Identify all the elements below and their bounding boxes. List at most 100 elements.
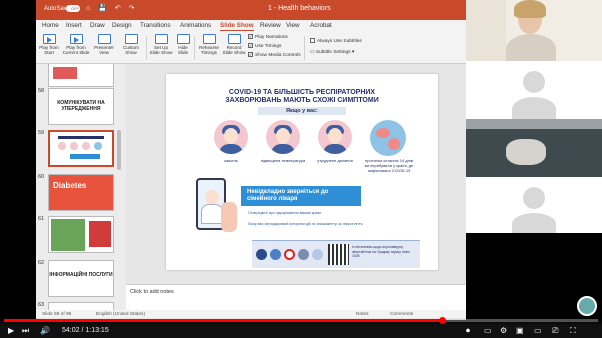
avatar-head [523, 71, 545, 93]
play-narrations-checkbox[interactable]: ✓ Play Narrations [248, 34, 288, 40]
slide-thumbnail[interactable]: КОМУНІКУВАТИ НА УПЕРЕДЖЕННЯ [48, 88, 114, 125]
ribbon: Play from Start Play from Current Slide … [36, 32, 466, 64]
play-from-start-button[interactable]: Play from Start [38, 34, 60, 55]
setup-icon [154, 34, 168, 44]
hide-slide-icon [176, 34, 190, 44]
tab-acrobat[interactable]: Acrobat [310, 22, 332, 29]
avatar-body [512, 213, 556, 233]
slide-thumbnail[interactable] [48, 216, 114, 253]
qr-code [328, 244, 349, 265]
quick-access-icons[interactable]: ⌂ 💾 ↶ ↷ [86, 4, 138, 12]
notes-button[interactable]: Notes [356, 312, 369, 317]
presenter-view-button[interactable]: Presenter View [92, 34, 116, 55]
play-from-current-button[interactable]: Play from Current Slide [62, 34, 90, 55]
fever-illustration [266, 120, 300, 154]
thumb-graphic [70, 154, 100, 159]
custom-show-button[interactable]: Custom Show [120, 34, 142, 55]
always-use-subtitles-checkbox[interactable]: Always Use Subtitles [310, 38, 362, 44]
theater-icon[interactable]: ▭ [534, 326, 542, 336]
set-up-slide-show-button[interactable]: Set Up Slide Show [149, 34, 173, 55]
breathing-illustration [318, 120, 352, 154]
next-icon[interactable]: ⏭ [22, 326, 29, 336]
channel-logo[interactable] [577, 296, 597, 316]
document-title: 1 - Health behaviors [268, 5, 331, 12]
presenter-hair [514, 0, 546, 18]
slide-thumbnail-selected[interactable] [48, 130, 114, 167]
globe-icon [370, 120, 406, 156]
video-object [506, 139, 546, 165]
tab-design[interactable]: Design [112, 22, 132, 29]
current-slide[interactable]: COVID-19 ТА БІЛЬШІСТЬ РЕСПІРАТОРНИХ ЗАХВ… [166, 74, 438, 270]
tab-review[interactable]: Review [260, 22, 281, 29]
red-cross-logo [284, 249, 295, 260]
webcam-participant [466, 177, 602, 233]
show-media-controls-checkbox[interactable]: ✓ Show Media Controls [248, 52, 301, 58]
play-icon[interactable]: ▶ [8, 326, 14, 336]
fullscreen-icon[interactable]: ⛶ [570, 326, 576, 336]
slide-thumbnail[interactable]: ІНФОРМАЦІЙНІ ПОСЛУГИ [48, 260, 114, 297]
thumb-graphic [51, 219, 85, 251]
tab-animations[interactable]: Animations [180, 22, 211, 29]
partner-logo [298, 249, 309, 260]
avatar-head [523, 187, 545, 209]
autoplay-toggle-icon[interactable]: ⏺ [466, 326, 470, 336]
stopwatch-icon [202, 34, 216, 44]
volume-icon[interactable]: 🔊 [40, 326, 50, 336]
rehearse-timings-button[interactable]: Rehearse Timings [197, 34, 221, 55]
symptom-label: утруднене дихання [317, 158, 353, 163]
webcam-participant-video [466, 119, 602, 177]
slide-number: 60 [38, 174, 45, 180]
autosave-toggle[interactable]: OFF [66, 5, 80, 12]
avatar-body [512, 97, 556, 119]
thumb-graphic [89, 221, 111, 247]
thumb-text: ІНФОРМАЦІЙНІ ПОСЛУГИ [49, 272, 113, 278]
thumb-graphic [70, 142, 78, 150]
record-icon [227, 34, 241, 44]
title-bar: AutoSave OFF ⌂ 💾 ↶ ↷ 1 - Health behavior… [36, 0, 466, 20]
subtitles-icon[interactable]: ▭ [484, 326, 492, 336]
use-timings-checkbox[interactable]: ✓ Use Timings [248, 43, 281, 49]
slide-thumbnail[interactable] [48, 302, 114, 310]
slide-number: 59 [38, 130, 45, 136]
presenter-shoulders [506, 34, 556, 61]
tab-view[interactable]: View [286, 22, 300, 29]
tab-home[interactable]: Home [42, 22, 59, 29]
notes-placeholder: Click to add notes [130, 289, 174, 295]
ministry-logo [256, 249, 267, 260]
tab-slide-show[interactable]: Slide Show [220, 22, 254, 31]
symptom-label: протягом останніх 14 днів ви перебували … [364, 158, 414, 173]
thumb-graphic [58, 142, 66, 150]
slide-title: COVID-19 ТА БІЛЬШІСТЬ РЕСПІРАТОРНИХ ЗАХВ… [225, 89, 379, 104]
partner-logo [312, 249, 323, 260]
webcam-presenter [466, 0, 602, 61]
miniplayer-icon[interactable]: ▣ [516, 326, 524, 336]
divider [146, 36, 147, 60]
slide-thumbnail[interactable] [48, 64, 114, 87]
settings-icon[interactable]: ⚙ [500, 326, 507, 336]
slide-number: 61 [38, 216, 45, 222]
divider [194, 36, 195, 60]
hide-slide-button[interactable]: Hide Slide [175, 34, 191, 55]
slide-subtitle: Якщо у вас: [258, 107, 346, 115]
record-slide-show-button[interactable]: Record Slide Show [222, 34, 246, 55]
progress-scrubber[interactable] [438, 317, 446, 324]
tab-insert[interactable]: Insert [66, 22, 82, 29]
callout-banner: Невідкладно зверніться до сімейного ліка… [241, 186, 361, 206]
partner-logo [270, 249, 281, 260]
slide-thumbnail-pane: 58 КОМУНІКУВАТИ НА УПЕРЕДЖЕННЯ 59 60 Dia… [36, 64, 126, 310]
ribbon-tabs: Home Insert Draw Design Transitions Anim… [36, 20, 466, 32]
comments-button[interactable]: Comments [390, 312, 413, 317]
progress-fill [4, 319, 442, 322]
tab-draw[interactable]: Draw [90, 22, 105, 29]
notes-pane[interactable]: Click to add notes [126, 284, 466, 310]
thumb-graphic [58, 136, 104, 139]
slide-thumbnail[interactable]: Diabetes [48, 174, 114, 211]
cough-illustration [214, 120, 248, 154]
thumb-graphic [94, 142, 102, 150]
tab-transitions[interactable]: Transitions [140, 22, 171, 29]
slide-number: 63 [38, 302, 45, 308]
cast-icon[interactable]: ⎚ [552, 326, 558, 336]
subtitle-settings-dropdown[interactable]: ▭ Subtitle Settings ▾ [310, 50, 354, 55]
thumb-graphic [82, 142, 90, 150]
thumbnail-scrollbar[interactable] [117, 130, 121, 170]
